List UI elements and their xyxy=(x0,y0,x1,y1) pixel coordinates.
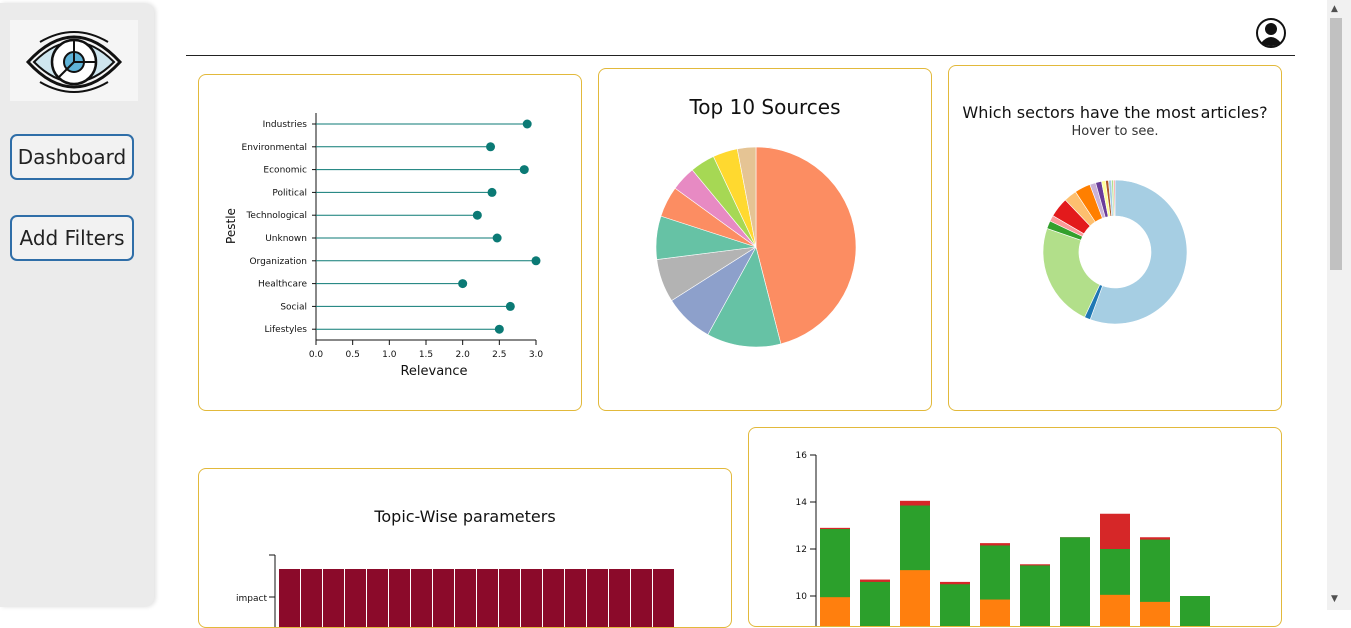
pestle-point xyxy=(505,301,515,311)
stacked-bar-segment xyxy=(860,581,890,626)
stacked-bar-segment xyxy=(1180,596,1210,626)
topic-card: Topic-Wise parameters impact xyxy=(198,468,732,628)
sectors-donut-chart xyxy=(1042,179,1188,325)
stacked-bar-segment xyxy=(820,597,850,626)
eye-logo-icon xyxy=(25,31,123,93)
pestle-xlabel: Relevance xyxy=(400,364,467,379)
pestle-card: Industries Environmental Economic Political… xyxy=(198,74,582,411)
sectors-card: Which sectors have the most articles? Ho… xyxy=(948,65,1282,411)
pestle-ylabel: Pestle xyxy=(224,208,238,244)
stacked-y-tick-label: 10 xyxy=(796,592,808,602)
pestle-category-label: Economic xyxy=(263,166,307,176)
pestle-category-label: Political xyxy=(272,188,307,198)
topic-bar-segment xyxy=(323,569,344,627)
pestle-category-label: Environmental xyxy=(242,143,307,153)
topic-bar-segment xyxy=(499,569,520,627)
stacked-y-tick-label: 16 xyxy=(796,451,808,461)
dashboard-button[interactable]: Dashboard xyxy=(10,134,134,180)
scroll-up-icon[interactable]: ▲ xyxy=(1331,4,1338,14)
pestle-point xyxy=(472,210,482,220)
stacked-bar-segment xyxy=(1100,594,1130,626)
sidebar: Dashboard Add Filters xyxy=(0,3,154,607)
topic-bar-segment xyxy=(411,569,432,627)
pestle-category-label: Healthcare xyxy=(258,280,308,290)
topic-bar-segment xyxy=(301,569,322,627)
topic-bar-segment xyxy=(433,569,454,627)
pestle-category-label: Industries xyxy=(263,120,308,130)
stacked-bar-segment xyxy=(940,584,970,626)
pestle-point xyxy=(522,119,532,129)
pestle-x-tick-label: 0.0 xyxy=(309,350,324,360)
topic-bar-segment xyxy=(543,569,564,627)
stacked-y-tick-label: 14 xyxy=(796,498,808,508)
scroll-down-icon[interactable]: ▼ xyxy=(1331,594,1338,604)
logo[interactable] xyxy=(10,20,138,101)
pestle-x-tick-label: 1.5 xyxy=(419,350,433,360)
pestle-x-tick-label: 2.0 xyxy=(456,350,471,360)
sources-card: Top 10 Sources xyxy=(598,68,932,411)
pestle-chart: Industries Environmental Economic Political… xyxy=(224,113,544,379)
stacked-bar-segment xyxy=(1060,537,1090,626)
topic-bar-segment xyxy=(565,569,586,627)
stacked-bar-segment xyxy=(900,570,930,626)
pestle-category-label: Lifestyles xyxy=(265,325,308,335)
pestle-category-label: Technological xyxy=(245,211,307,221)
pestle-point xyxy=(492,233,502,243)
topic-bar-segment xyxy=(477,569,498,627)
stacked-bar-segment xyxy=(1020,565,1050,626)
pestle-category-label: Unknown xyxy=(265,234,307,244)
pestle-point xyxy=(531,256,541,266)
pestle-x-tick-label: 3.0 xyxy=(529,350,544,360)
stacked-card: 16 14 12 10 xyxy=(748,427,1282,627)
scrollbar-thumb[interactable] xyxy=(1330,18,1342,270)
topic-bar-segment xyxy=(653,569,674,627)
pestle-point xyxy=(486,142,496,152)
pestle-point xyxy=(487,187,497,197)
topic-bar-segment xyxy=(279,569,300,627)
topic-bar-segment xyxy=(389,569,410,627)
topic-bar-chart: impact xyxy=(236,554,674,627)
topic-bar-segment xyxy=(455,569,476,627)
topic-tick-label: impact xyxy=(236,594,267,604)
header-divider xyxy=(186,55,1295,56)
pestle-category-label: Social xyxy=(280,302,307,312)
topic-bar-segment xyxy=(367,569,388,627)
pestle-x-tick-label: 0.5 xyxy=(346,350,360,360)
stacked-bar-segment xyxy=(1140,601,1170,626)
pestle-point xyxy=(519,165,529,175)
pestle-x-tick-label: 1.0 xyxy=(382,350,397,360)
stacked-y-tick-label: 12 xyxy=(796,545,807,555)
stacked-bar-chart: 16 14 12 10 xyxy=(796,451,1210,626)
stacked-bar-segment xyxy=(980,599,1010,626)
sources-pie-chart xyxy=(655,146,857,348)
topic-bar-segment xyxy=(587,569,608,627)
user-avatar-icon[interactable] xyxy=(1255,17,1287,49)
add-filters-button[interactable]: Add Filters xyxy=(10,215,134,261)
topic-bar-segment xyxy=(521,569,542,627)
pestle-category-label: Organization xyxy=(249,257,307,267)
topic-bar-segment xyxy=(609,569,630,627)
topic-bar-segment xyxy=(631,569,652,627)
pestle-x-tick-label: 2.5 xyxy=(492,350,506,360)
topic-bar-segment xyxy=(345,569,366,627)
pestle-point xyxy=(494,324,504,334)
pestle-point xyxy=(458,279,468,289)
